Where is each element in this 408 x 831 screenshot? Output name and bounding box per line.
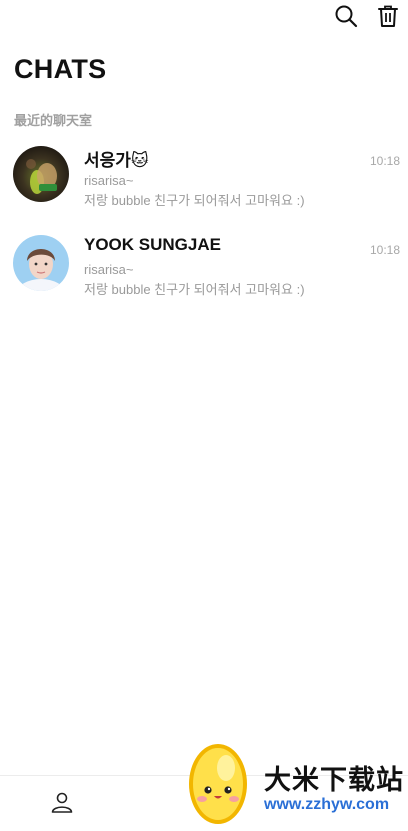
recent-chats-label: 最近的聊天室 <box>14 113 93 128</box>
chat-item[interactable]: YOOK SUNGJAE 10:18 risarisa~ 저랑 bubble 친… <box>0 229 408 318</box>
avatar <box>13 235 69 291</box>
chat-list: 서응가🐱 10:18 risarisa~ 저랑 bubble 친구가 되어줘서 … <box>0 140 408 318</box>
watermark: 大米下载站 www.zzhyw.com <box>180 736 408 826</box>
search-icon[interactable] <box>334 4 358 28</box>
top-actions <box>334 4 400 28</box>
chat-sender: risarisa~ <box>84 262 134 277</box>
chat-preview: 저랑 bubble 친구가 되어줘서 고마워요 :) <box>84 193 305 208</box>
profile-icon[interactable] <box>50 790 74 814</box>
page-title: CHATS <box>14 54 107 84</box>
chat-name: YOOK SUNGJAE <box>84 235 221 254</box>
cat-emoji-icon: 🐱 <box>130 151 149 170</box>
chat-item[interactable]: 서응가🐱 10:18 risarisa~ 저랑 bubble 친구가 되어줘서 … <box>0 140 408 229</box>
chat-timestamp: 10:18 <box>369 243 400 257</box>
mascot-logo-icon <box>186 738 250 826</box>
avatar <box>13 146 69 202</box>
trash-icon[interactable] <box>376 4 400 28</box>
chat-sender: risarisa~ <box>84 173 134 188</box>
watermark-url: www.zzhyw.com <box>264 796 390 813</box>
chat-name: 서응가🐱 <box>84 151 149 170</box>
chat-timestamp: 10:18 <box>369 154 400 168</box>
watermark-title: 大米下载站 <box>264 765 404 795</box>
chat-preview: 저랑 bubble 친구가 되어줘서 고마워요 :) <box>84 282 305 297</box>
